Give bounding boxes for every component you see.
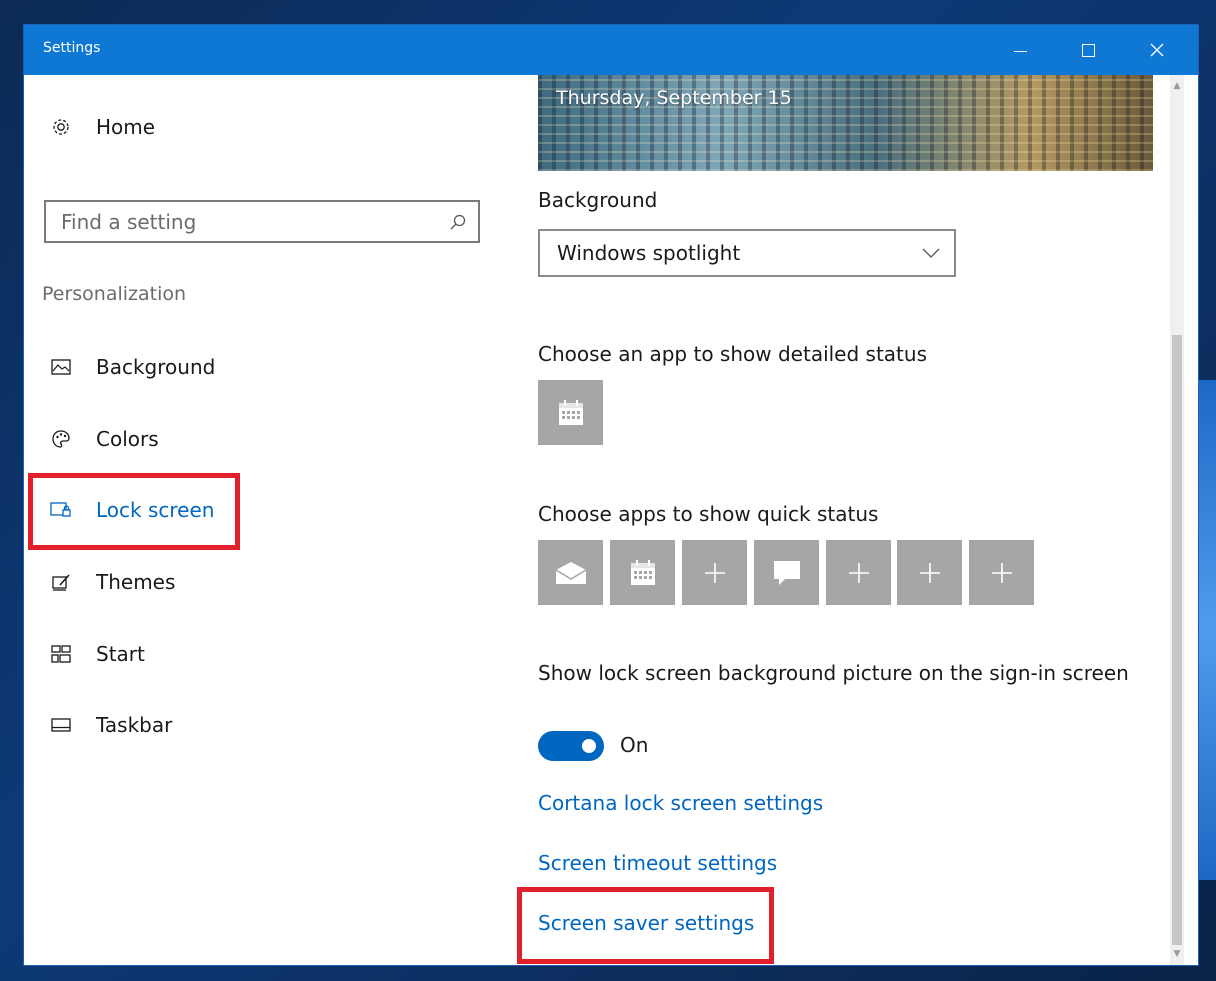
highlight-box-lock-screen <box>28 473 240 550</box>
plus-icon <box>991 562 1012 583</box>
quick-status-add-button[interactable] <box>969 540 1034 605</box>
message-icon <box>773 560 800 585</box>
quick-status-calendar-button[interactable] <box>610 540 675 605</box>
sidebar-item-themes[interactable]: Themes <box>46 570 175 594</box>
plus-icon <box>704 562 725 583</box>
sidebar-item-background[interactable]: Background <box>46 355 215 379</box>
start-icon <box>46 645 76 663</box>
preview-date: Thursday, September 15 <box>556 87 792 109</box>
palette-icon <box>46 429 76 449</box>
quick-status-label: Choose apps to show quick status <box>538 502 879 526</box>
scroll-thumb[interactable] <box>1172 335 1182 945</box>
calendar-icon <box>630 559 655 585</box>
home-nav-item[interactable]: Home <box>46 115 155 139</box>
close-icon <box>1150 43 1164 57</box>
detailed-status-label: Choose an app to show detailed status <box>538 342 927 366</box>
main-content: Thursday, September 15 Background Window… <box>494 75 1184 965</box>
search-icon[interactable] <box>438 213 478 231</box>
screen-timeout-settings-link[interactable]: Screen timeout settings <box>538 851 777 875</box>
gear-icon <box>46 117 76 137</box>
maximize-icon <box>1081 43 1095 57</box>
themes-icon <box>46 572 76 592</box>
chevron-down-icon <box>922 248 940 258</box>
signin-background-label: Show lock screen background picture on t… <box>538 661 1129 685</box>
title-bar: Settings <box>24 25 1198 75</box>
taskbar-icon <box>46 718 76 732</box>
toggle-knob <box>582 739 596 753</box>
sidebar-item-label: Themes <box>96 570 176 594</box>
lock-screen-preview: Thursday, September 15 <box>538 75 1153 171</box>
detailed-status-app-button[interactable] <box>538 380 603 445</box>
scrollbar[interactable]: ▲ ▼ <box>1170 75 1184 965</box>
section-label: Personalization <box>42 283 187 305</box>
cortana-lock-screen-settings-link[interactable]: Cortana lock screen settings <box>538 791 823 815</box>
highlight-box-screen-saver <box>517 887 774 964</box>
plus-icon <box>848 562 869 583</box>
quick-status-messaging-button[interactable] <box>754 540 819 605</box>
sidebar-item-label: Background <box>96 355 216 379</box>
picture-icon <box>46 359 76 375</box>
background-label: Background <box>538 188 658 212</box>
sidebar-item-taskbar[interactable]: Taskbar <box>46 713 172 737</box>
signin-background-toggle[interactable] <box>538 731 604 761</box>
search-input[interactable] <box>46 208 438 235</box>
maximize-button[interactable] <box>1065 25 1111 75</box>
sidebar-item-start[interactable]: Start <box>46 642 145 666</box>
sidebar: Home Personalization Background Colors <box>24 75 494 965</box>
search-box[interactable] <box>44 200 480 243</box>
quick-status-mail-button[interactable] <box>538 540 603 605</box>
scroll-down-icon[interactable]: ▼ <box>1172 947 1182 961</box>
calendar-icon <box>558 399 583 425</box>
scroll-up-icon[interactable]: ▲ <box>1172 79 1182 93</box>
sidebar-item-label: Start <box>96 642 145 666</box>
sidebar-item-label: Colors <box>96 427 159 451</box>
background-dropdown-value: Windows spotlight <box>557 241 741 265</box>
mail-icon <box>555 561 586 584</box>
sidebar-item-label: Taskbar <box>96 713 173 737</box>
minimize-button[interactable] <box>997 25 1043 75</box>
quick-status-add-button[interactable] <box>682 540 747 605</box>
window-title: Settings <box>43 40 101 56</box>
quick-status-add-button[interactable] <box>897 540 962 605</box>
settings-window: Settings Home Personalization Background <box>24 25 1198 965</box>
background-dropdown[interactable]: Windows spotlight <box>538 229 956 277</box>
sidebar-item-colors[interactable]: Colors <box>46 427 159 451</box>
home-label: Home <box>96 115 156 139</box>
toggle-state-label: On <box>620 733 649 757</box>
close-button[interactable] <box>1134 25 1180 75</box>
quick-status-add-button[interactable] <box>826 540 891 605</box>
plus-icon <box>919 562 940 583</box>
minimize-icon <box>1013 50 1027 52</box>
